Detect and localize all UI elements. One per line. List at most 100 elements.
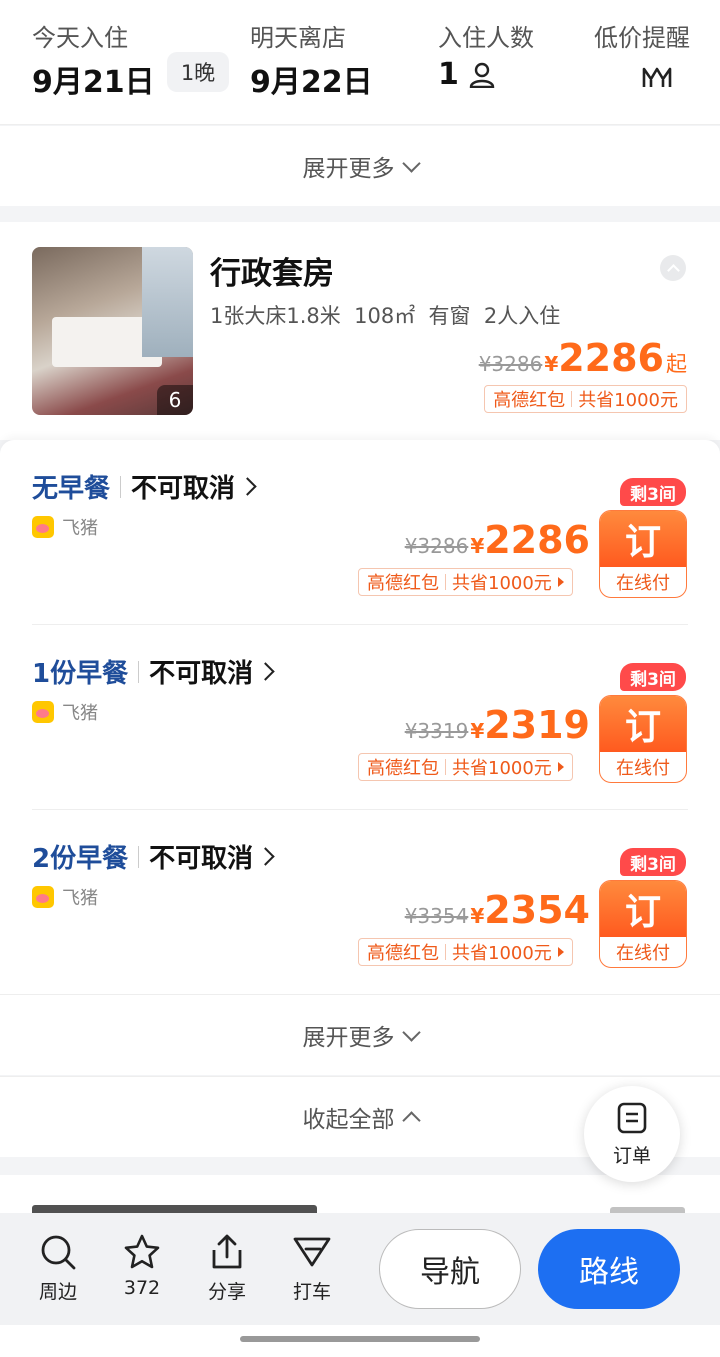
nearby-button[interactable]: 周边: [22, 1233, 94, 1304]
rate-plan-row[interactable]: 1份早餐 不可取消 飞猪 剩3间 ¥3319 ¥ 2319 高德红包 共省1000…: [0, 625, 720, 810]
book-label: 订: [600, 511, 686, 567]
nights-badge: 1晚: [167, 52, 229, 92]
plan-source-name: 飞猪: [62, 703, 98, 724]
collapse-room-icon[interactable]: [660, 255, 686, 281]
fliggy-logo-icon: [32, 516, 54, 538]
plan-promo-tag: 高德红包 共省1000元: [358, 938, 573, 966]
chevron-down-icon: [401, 153, 421, 173]
chevron-right-icon: [238, 477, 257, 496]
room-photo[interactable]: 6: [32, 247, 193, 415]
book-button[interactable]: 订 在线付: [599, 695, 687, 783]
room-title: 行政套房: [210, 256, 334, 292]
promo-redpacket: 高德红包: [367, 758, 439, 779]
favorite-button[interactable]: 372: [106, 1233, 178, 1299]
plan-meal: 无早餐: [32, 474, 111, 504]
pay-online-label: 在线付: [616, 943, 670, 964]
rate-plans: 无早餐 不可取消 飞猪 剩3间 ¥3286 ¥ 2286 高德红包 共省1000元: [0, 440, 720, 994]
plan-cancel-policy: 不可取消: [149, 659, 254, 689]
photo-count: 6: [168, 388, 182, 412]
rate-plan-row[interactable]: 2份早餐 不可取消 飞猪 剩3间 ¥3354 ¥ 2354 高德红包 共省1000…: [0, 810, 720, 995]
price-alert-label: 低价提醒: [594, 24, 690, 52]
checkin-date: 9月21日: [32, 65, 155, 100]
search-icon: [41, 1235, 76, 1270]
chevron-down-icon: [401, 1022, 421, 1042]
plan-promo-tag: 高德红包 共省1000元: [358, 568, 573, 596]
plan-currency: ¥: [470, 719, 485, 743]
expand-more-plans-label: 展开更多: [302, 1025, 395, 1051]
checkout-label: 明天离店: [250, 24, 346, 52]
share-icon: [212, 1234, 242, 1269]
room-promo-tag: 高德红包 共省1000元: [484, 385, 687, 413]
plan-price: ¥3354 ¥ 2354: [405, 888, 590, 932]
plan-original-price: ¥3354: [404, 904, 469, 928]
plan-cancel-policy: 不可取消: [131, 474, 236, 504]
rate-plan-row[interactable]: 无早餐 不可取消 飞猪 剩3间 ¥3286 ¥ 2286 高德红包 共省1000元: [0, 440, 720, 625]
plan-meal: 2份早餐: [32, 844, 129, 874]
checkout-date: 9月22日: [250, 65, 373, 100]
share-button[interactable]: 分享: [191, 1233, 263, 1304]
home-indicator[interactable]: [240, 1336, 480, 1342]
plan-price-value: 2319: [484, 703, 590, 747]
plan-price: ¥3286 ¥ 2286: [405, 518, 590, 562]
system-bar: [0, 1325, 720, 1357]
nearby-label: 周边: [38, 1281, 77, 1303]
taxi-button[interactable]: 打车: [276, 1233, 348, 1304]
promo-savings: 共省1000元: [452, 758, 552, 779]
book-label: 订: [600, 881, 686, 937]
plan-policy[interactable]: 1份早餐 不可取消: [32, 653, 275, 690]
taxi-label: 打车: [292, 1281, 331, 1303]
promo-redpacket: 高德红包: [367, 943, 439, 964]
checkout-date-picker[interactable]: 明天离店 9月22日: [250, 18, 390, 101]
guests-label: 入住人数: [438, 24, 534, 52]
plan-source-name: 飞猪: [62, 888, 98, 909]
favorite-count: 372: [123, 1277, 161, 1299]
caret-right-icon: [557, 762, 564, 772]
plan-cancel-policy: 不可取消: [149, 844, 254, 874]
order-fab[interactable]: 订单: [584, 1086, 680, 1182]
plan-currency: ¥: [470, 534, 485, 558]
pay-online-label: 在线付: [616, 758, 670, 779]
promo-redpacket: 高德红包: [493, 390, 566, 411]
room-price-value: 2286: [558, 336, 664, 380]
price-trend-icon: [642, 67, 672, 87]
book-label: 订: [600, 696, 686, 752]
expand-more-button-top[interactable]: 展开更多: [0, 126, 720, 206]
promo-savings: 共省1000元: [578, 390, 678, 411]
price-alert-button[interactable]: 低价提醒: [592, 18, 692, 93]
rooms-left-badge: 剩3间: [620, 663, 686, 691]
fliggy-logo-icon: [32, 886, 54, 908]
plan-policy[interactable]: 2份早餐 不可取消: [32, 838, 275, 875]
order-icon: [617, 1102, 647, 1133]
star-icon: [124, 1234, 160, 1269]
taxi-icon: [293, 1237, 331, 1267]
promo-savings: 共省1000元: [452, 943, 552, 964]
plan-promo-tag: 高德红包 共省1000元: [358, 753, 573, 781]
checkin-date-picker[interactable]: 今天入住 9月21日: [32, 18, 162, 101]
expand-more-button-plans[interactable]: 展开更多: [0, 995, 720, 1075]
bottom-nav: 周边 372 分享 打车 导航 路线: [0, 1213, 720, 1325]
rooms-left-badge: 剩3间: [620, 848, 686, 876]
plan-original-price: ¥3319: [404, 719, 469, 743]
plan-source: 飞猪: [32, 699, 98, 725]
fliggy-logo-icon: [32, 701, 54, 723]
plan-source: 飞猪: [32, 514, 98, 540]
plan-source-name: 飞猪: [62, 518, 98, 539]
book-button[interactable]: 订 在线付: [599, 510, 687, 598]
room-specs: 1张大床1.8米 108㎡ 有窗 2人入住: [210, 304, 561, 328]
chevron-right-icon: [256, 662, 275, 681]
rooms-left: 剩3间: [630, 854, 676, 875]
plan-source: 飞猪: [32, 884, 98, 910]
plan-policy[interactable]: 无早餐 不可取消: [32, 468, 257, 505]
expand-more-label: 展开更多: [302, 156, 395, 182]
caret-right-icon: [557, 947, 564, 957]
navigate-button[interactable]: 导航: [379, 1229, 521, 1309]
room-card[interactable]: 6 行政套房 1张大床1.8米 108㎡ 有窗 2人入住 ¥3286 ¥ 228…: [0, 222, 720, 440]
route-button[interactable]: 路线: [538, 1229, 680, 1309]
guests-picker[interactable]: 入住人数 1: [438, 18, 548, 92]
photo-count-badge: 6: [157, 385, 193, 415]
chevron-up-icon: [401, 1110, 421, 1130]
plan-price-value: 2286: [484, 518, 590, 562]
share-label: 分享: [207, 1281, 246, 1303]
checkin-label: 今天入住: [32, 24, 128, 52]
book-button[interactable]: 订 在线付: [599, 880, 687, 968]
